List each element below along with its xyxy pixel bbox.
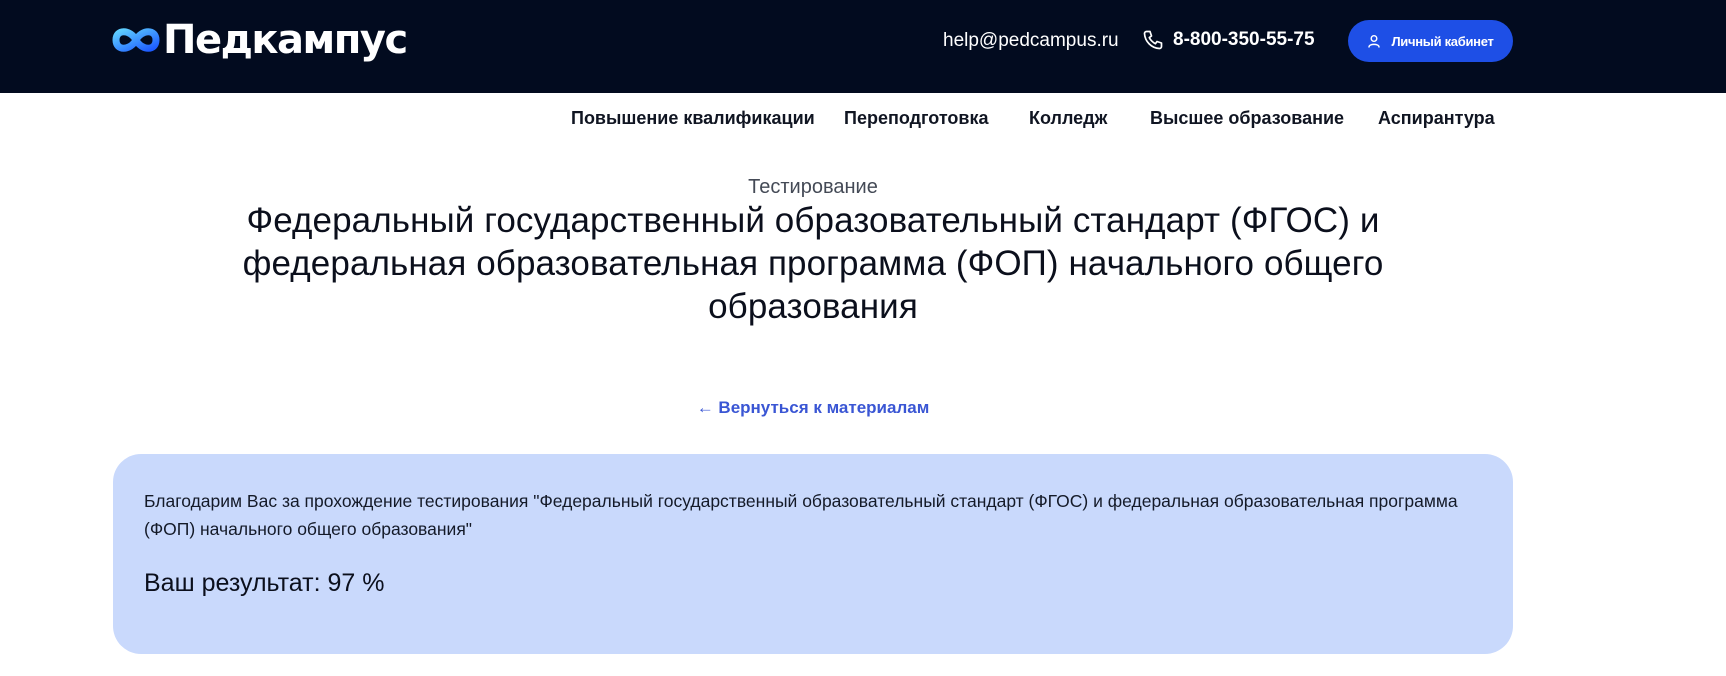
site-header: Педкампус help@pedcampus.ru 8-800-350-55…: [0, 0, 1726, 93]
nav-item-retraining[interactable]: Переподготовка: [844, 106, 988, 130]
email-link[interactable]: help@pedcampus.ru: [943, 28, 1119, 54]
thanks-message: Благодарим Вас за прохождение тестирован…: [144, 491, 1458, 539]
back-to-materials-link[interactable]: ← Вернуться к материалам: [0, 396, 1626, 420]
main-nav: Повышение квалификации Переподготовка Ко…: [0, 106, 1726, 130]
page-eyebrow: Тестирование: [748, 176, 878, 198]
infinity-logo-icon: [112, 28, 160, 52]
phone-link[interactable]: 8-800-350-55-75: [1141, 27, 1315, 53]
site-logo[interactable]: Педкампус: [112, 17, 408, 63]
phone-icon: [1143, 30, 1163, 50]
nav-item-higher-education[interactable]: Высшее образование: [1150, 106, 1344, 130]
personal-account-button[interactable]: Личный кабинет: [1348, 20, 1513, 62]
user-icon: [1368, 35, 1381, 48]
logo-text: Педкампус: [163, 17, 408, 63]
personal-account-label: Личный кабинет: [1391, 33, 1494, 49]
phone-number: 8-800-350-55-75: [1173, 29, 1315, 50]
nav-item-qualification[interactable]: Повышение квалификации: [571, 106, 815, 130]
nav-item-postgraduate[interactable]: Аспирантура: [1378, 106, 1495, 130]
page-title: Федеральный государственный образователь…: [242, 201, 1384, 326]
score-result: Ваш результат: 97 %: [144, 569, 385, 597]
result-card: Благодарим Вас за прохождение тестирован…: [113, 454, 1513, 654]
nav-item-college[interactable]: Колледж: [1029, 106, 1107, 130]
